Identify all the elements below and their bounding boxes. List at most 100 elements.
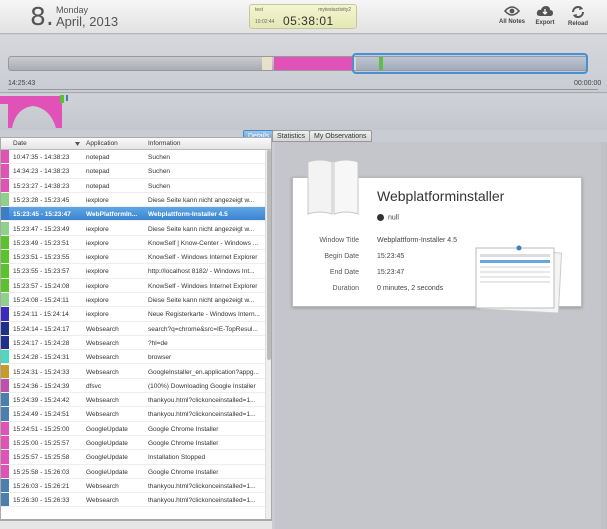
list-scroll-thumb[interactable] [267,150,271,360]
row-color-marker [1,307,9,321]
activity-clock[interactable]: test mytestactivity2 10:02:44 05:38:01 [249,4,357,29]
row-application: iexplore [86,254,109,262]
activity-band[interactable] [0,94,607,130]
row-information: browser [148,354,172,362]
table-row[interactable]: 15:23:49 - 15:23:51 iexplore KnowSelf | Kn… [1,235,265,251]
row-color-marker [1,278,9,292]
column-header-date[interactable]: Date [13,140,27,147]
column-header-application[interactable]: Application [86,140,118,147]
row-information: Suchen [148,154,171,161]
row-information: Google Chrome Installer [148,440,219,447]
table-row[interactable]: 15:23:47 - 15:23:49 iexplore Diese Seite k… [1,221,265,236]
row-date: 15:26:03 - 15:26:21 [13,482,70,490]
day-number: 8. [30,2,54,31]
row-information: Suchen [148,182,171,190]
screenshot-thumbnail[interactable] [474,245,562,313]
tab-my-observations[interactable]: My Observations [309,130,372,142]
row-date: 15:23:57 - 15:24:08 [13,282,70,290]
row-application: iexplore [86,282,109,290]
row-color-marker [1,478,9,493]
table-row[interactable]: 15:24:17 - 15:24:28 Websearch ?hl=de [1,335,265,351]
row-color-marker [1,436,9,450]
export-label: Export [535,20,555,26]
row-date: 15:26:30 - 15:26:33 [13,497,70,505]
table-row[interactable]: 15:24:11 - 15:24:14 iexplore Neue Register… [1,307,265,322]
table-row[interactable]: 15:23:27 - 14:38:23 notepad Suchen [1,178,265,193]
table-row[interactable]: 15:25:57 - 15:25:58 GoogleUpdate Installat… [1,450,265,465]
table-row[interactable]: 15:23:57 - 15:24:08 iexplore KnowSelf - Wi… [1,278,265,293]
field-key-end-date: End Date [329,269,359,276]
header-bar: 8. Monday April, 2013 test mytestactivit… [0,0,607,34]
table-row[interactable]: 15:25:58 - 15:26:03 GoogleUpdate Google Ch… [1,464,265,479]
row-color-marker [1,364,9,378]
row-application: Websearch [86,339,119,347]
details-status: null [377,214,399,221]
row-information: Diese Seite kann nicht angezeigt w... [148,225,255,233]
table-row[interactable]: 15:23:45 - 15:23:47 WebPlatformIn... Webpl… [1,207,265,222]
timeline[interactable] [0,35,607,93]
field-value-duration: 0 minutes, 2 seconds [377,285,444,292]
book-icon [307,159,359,215]
column-header-information[interactable]: Information [148,140,181,147]
clock-time: 05:38:01 [283,14,334,28]
table-row[interactable]: 10:47:35 - 14:38:23 notepad Suchen [1,150,265,165]
row-application: iexplore [86,239,109,247]
list-scrollbar[interactable] [265,150,271,519]
table-row[interactable]: 15:24:49 - 15:24:51 Websearch thankyou.htm… [1,407,265,422]
sort-arrow-icon[interactable] [75,142,80,146]
row-date: 15:23:51 - 15:23:55 [13,254,70,262]
details-scrollbar[interactable] [601,142,607,529]
reload-label: Reload [567,21,588,27]
row-date: 15:23:28 - 15:23:45 [13,196,70,204]
row-date: 15:24:51 - 15:25:00 [13,425,70,433]
row-information: thankyou.html?clickonceinstalled=1... [148,497,256,505]
row-application: Websearch [86,497,119,505]
tab-statistics[interactable]: Statistics [272,130,311,142]
table-row[interactable]: 15:25:00 - 15:25:57 GoogleUpdate Google Ch… [1,436,265,451]
table-row[interactable]: 15:23:51 - 15:23:55 iexplore KnowSelf - Wi… [1,250,265,265]
row-date: 15:24:36 - 15:24:39 [13,382,70,390]
row-color-marker [1,192,9,207]
row-information: thankyou.html?clickonceinstalled=1... [148,397,256,405]
table-row[interactable]: 14:34:23 - 14:38:23 notepad Suchen [1,164,265,179]
row-information: search?q=chrome&src=IE-TopResul... [148,325,258,333]
table-row[interactable]: 15:26:03 - 15:26:21 Websearch thankyou.htm… [1,478,265,494]
list-horizontal-scrollbar[interactable] [0,520,272,529]
row-application: GoogleUpdate [86,454,128,462]
table-row[interactable]: 15:23:28 - 15:23:45 iexplore Diese Seite k… [1,192,265,208]
table-row[interactable]: 15:24:14 - 15:24:17 Websearch search?q=chr… [1,321,265,336]
all-notes-button[interactable]: All Notes [494,5,530,25]
row-information: (100%) Downloading Google Installer [148,382,256,390]
row-date: 15:23:49 - 15:23:51 [13,239,70,247]
row-color-marker [1,250,9,264]
row-application: iexplore [86,297,109,304]
row-color-marker [1,421,9,435]
list-header: Date Application Information [1,138,271,150]
table-row[interactable]: 15:24:31 - 15:24:33 Websearch GoogleInstal… [1,364,265,379]
row-application: dfsvc [86,382,102,390]
row-date: 15:24:49 - 15:24:51 [13,411,70,419]
export-button[interactable]: Export [527,5,563,26]
row-color-marker [1,335,9,350]
row-information: thankyou.html?clickonceinstalled=1... [148,482,256,490]
row-application: iexplore [86,268,109,276]
table-row[interactable]: 15:24:08 - 15:24:11 iexplore Diese Seite k… [1,293,265,308]
timeline-range-handle[interactable] [352,53,588,74]
row-date: 10:47:35 - 14:38:23 [13,154,70,161]
row-information: Webplattform-Installer 4.5 [148,211,228,219]
row-application: notepad [86,182,110,190]
reload-button[interactable]: Reload [560,5,596,27]
timeline-segment [262,57,272,70]
row-application: Websearch [86,411,119,419]
table-row[interactable]: 15:24:28 - 15:24:31 Websearch browser [1,350,265,365]
row-information: KnowSelf - Windows Internet Explorer [148,254,258,262]
field-value-window-title: Webplattform-Installer 4.5 [377,237,458,244]
table-row[interactable]: 15:23:55 - 15:23:57 iexplore http://localh… [1,264,265,279]
table-row[interactable]: 15:24:51 - 15:25:00 GoogleUpdate Google Ch… [1,421,265,436]
row-date: 15:24:28 - 15:24:31 [13,354,70,362]
row-application: Websearch [86,368,119,376]
cloud-download-icon [536,6,553,16]
table-row[interactable]: 15:24:39 - 15:24:42 Websearch thankyou.htm… [1,393,265,408]
table-row[interactable]: 15:26:30 - 15:26:33 Websearch thankyou.htm… [1,493,265,508]
table-row[interactable]: 15:24:36 - 15:24:39 dfsvc (100%) Downloadi… [1,378,265,394]
